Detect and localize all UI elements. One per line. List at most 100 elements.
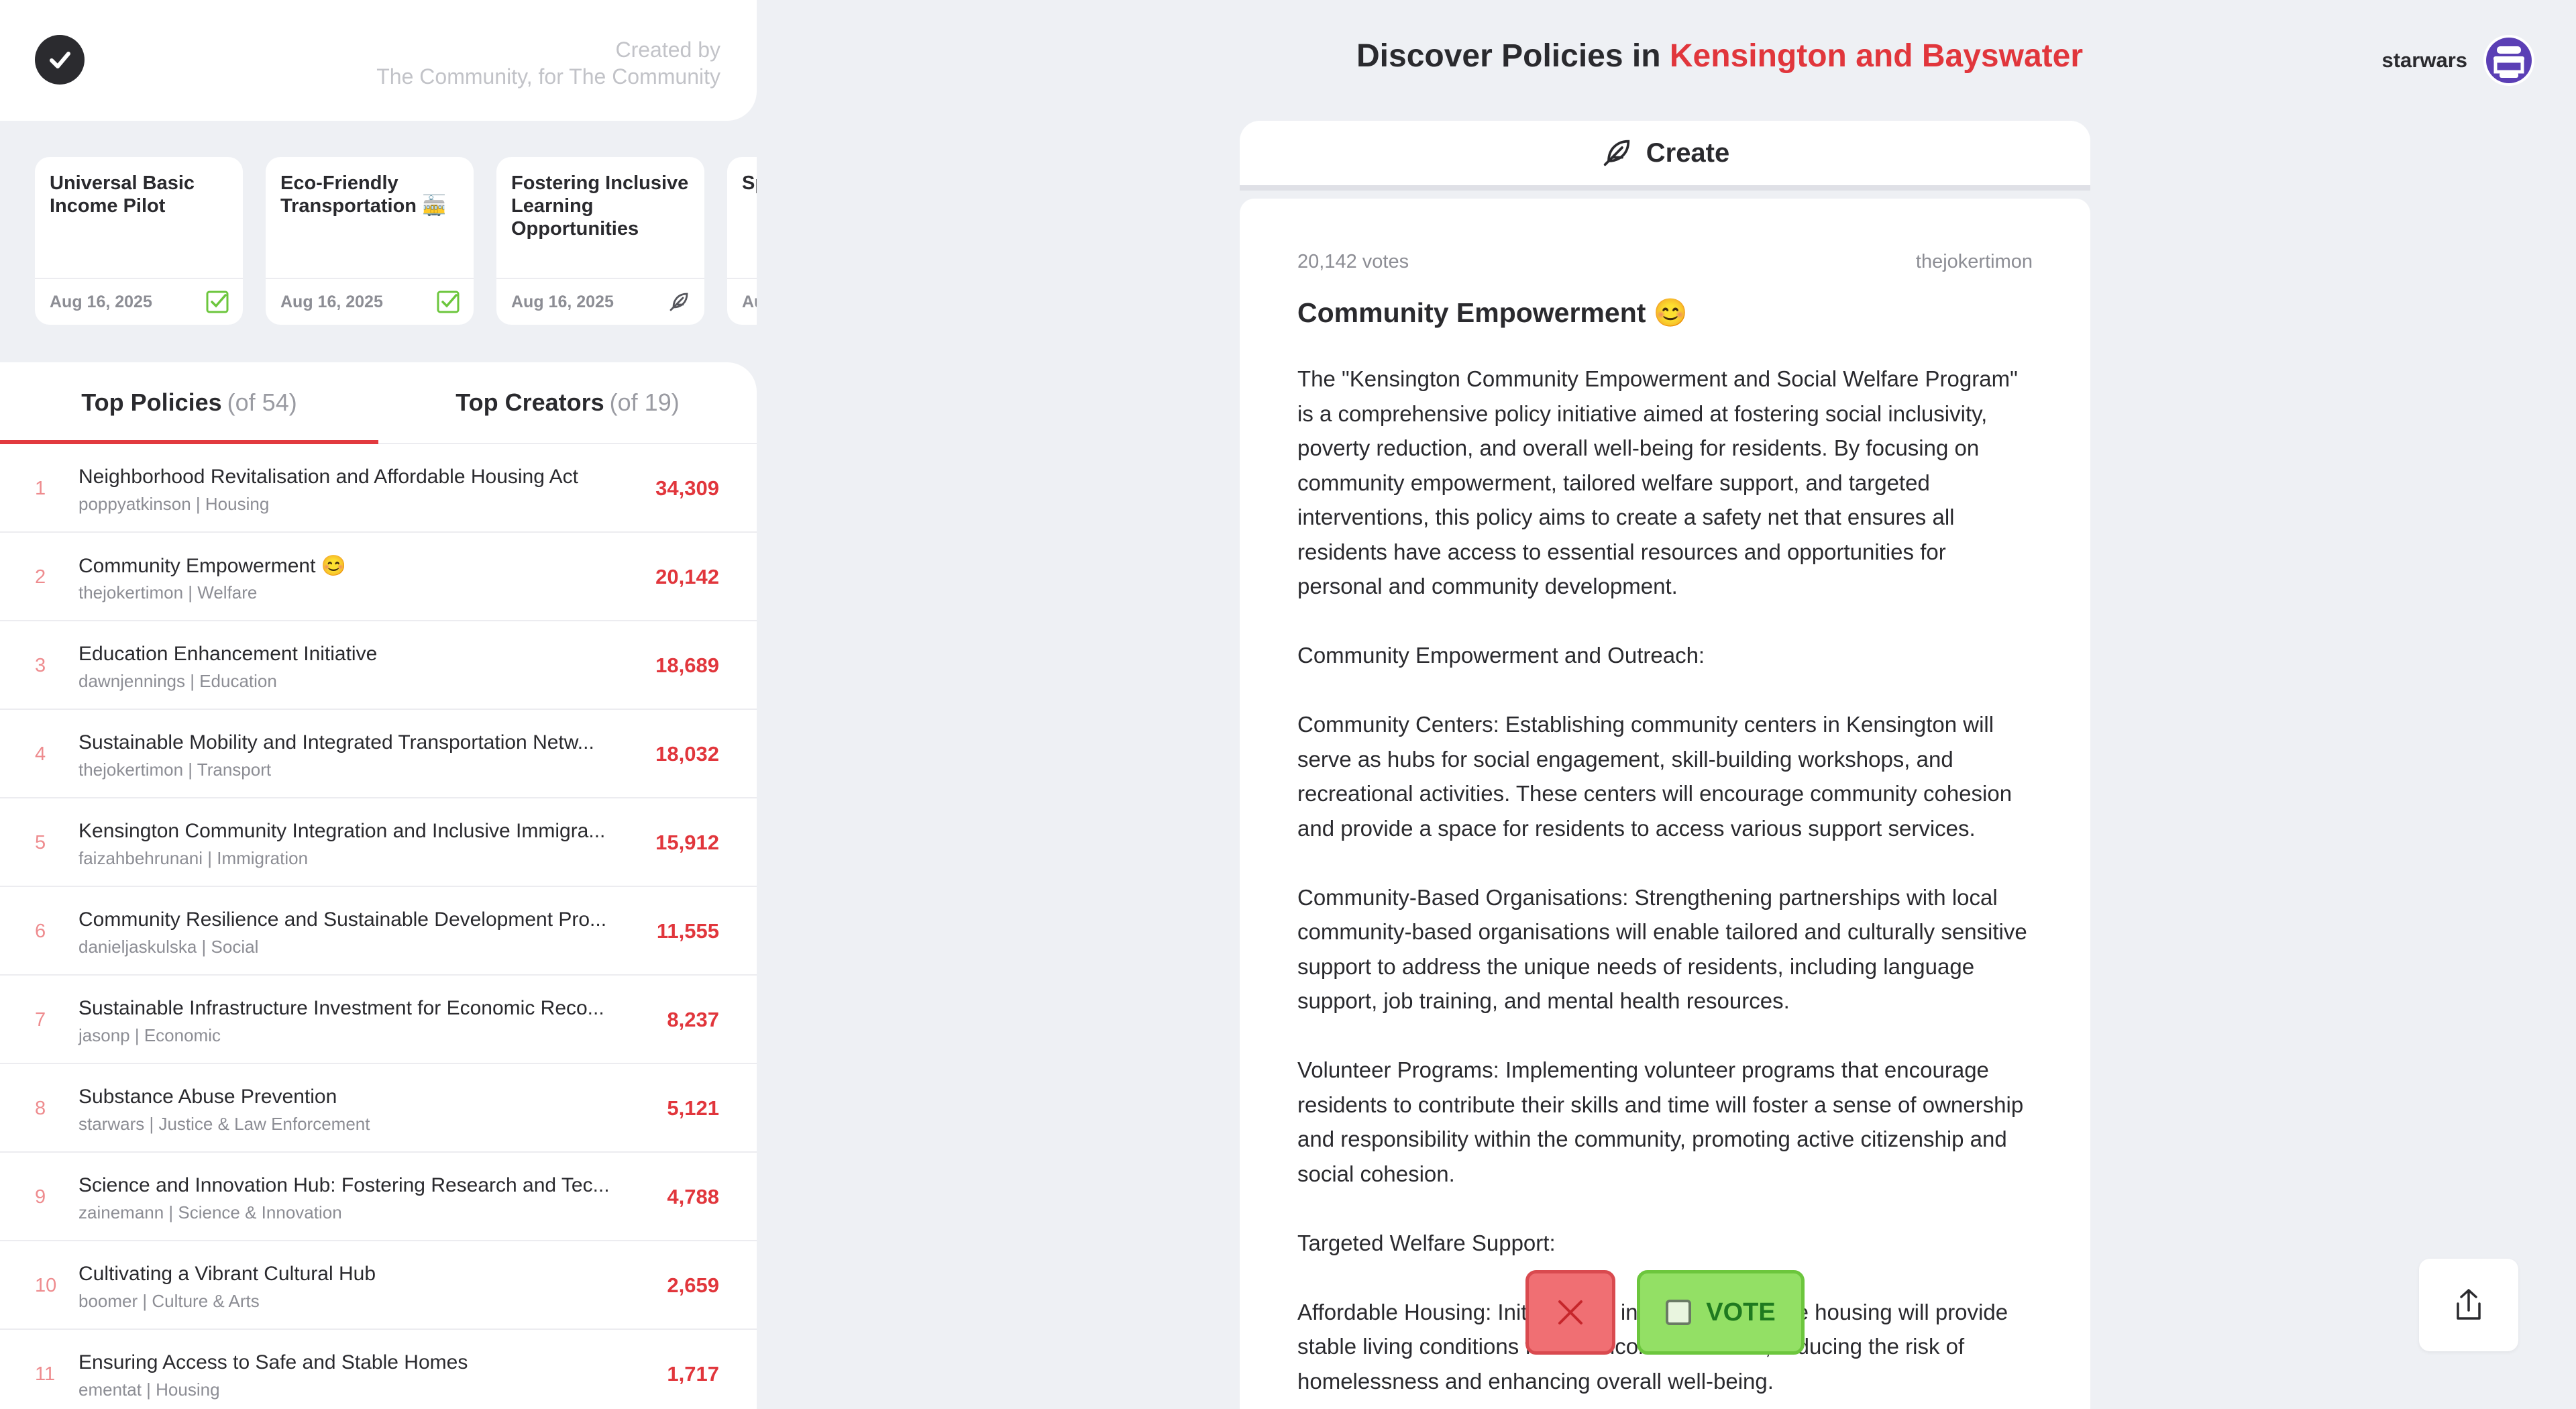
row-rank: 9 — [35, 1186, 46, 1208]
post-paragraph: Volunteer Programs: Implementing volunte… — [1297, 1057, 2024, 1186]
policy-card-title: Eco-Friendly Transportation 🚋 — [280, 172, 447, 217]
policy-post: 20,142 votes thejokertimon Community Emp… — [1240, 199, 2090, 1409]
row-votes: 8,237 — [667, 1008, 719, 1031]
table-row[interactable]: 5 Kensington Community Integration and I… — [0, 798, 757, 887]
row-votes: 15,912 — [655, 831, 719, 854]
table-row[interactable]: 4 Sustainable Mobility and Integrated Tr… — [0, 710, 757, 798]
row-title: Community Empowerment 😊 — [78, 555, 347, 577]
row-subtitle: dawnjennings | Education — [78, 671, 277, 691]
table-row[interactable]: 2 Community Empowerment 😊 thejokertimon … — [0, 533, 757, 621]
post-paragraph: The "Kensington Community Empowerment an… — [1297, 366, 2018, 598]
share-button[interactable] — [2419, 1259, 2518, 1351]
leaderboard: Top Policies (of 54) Top Creators (of 19… — [0, 362, 757, 1409]
post-author[interactable]: thejokertimon — [1916, 251, 2033, 273]
policy-card[interactable]: Eco-Friendly Transportation 🚋 Aug 16, 20… — [266, 157, 474, 325]
row-votes: 11,555 — [656, 919, 719, 943]
table-row[interactable]: 11 Ensuring Access to Safe and Stable Ho… — [0, 1330, 757, 1409]
row-subtitle: faizahbehrunani | Immigration — [78, 848, 309, 868]
row-rank: 1 — [35, 478, 46, 499]
table-row[interactable]: 7 Sustainable Infrastructure Investment … — [0, 976, 757, 1064]
region-link[interactable]: Kensington and Bayswater — [1670, 38, 2083, 74]
feather-icon — [669, 293, 688, 311]
tab-top-creators[interactable]: Top Creators (of 19) — [378, 362, 757, 443]
row-subtitle: jasonp | Economic — [78, 1025, 221, 1045]
vote-button[interactable]: VOTE — [1637, 1270, 1805, 1355]
create-label: Create — [1646, 138, 1730, 168]
row-title: Sustainable Mobility and Integrated Tran… — [78, 731, 594, 753]
row-title: Sustainable Infrastructure Investment fo… — [78, 997, 604, 1019]
page-title: Discover Policies in Kensington and Bays… — [1356, 38, 2083, 74]
post-paragraph: Community Empowerment and Outreach: — [1297, 643, 1705, 668]
post-paragraph: Targeted Welfare Support: — [1297, 1230, 1556, 1255]
row-title: Community Resilience and Sustainable Dev… — [78, 908, 607, 931]
table-row[interactable]: 9 Science and Innovation Hub: Fostering … — [0, 1153, 757, 1241]
row-rank: 7 — [35, 1009, 46, 1031]
row-votes: 34,309 — [655, 476, 719, 500]
policy-card-title: Sp... Po... — [742, 172, 757, 194]
tab-top-creators-count: (of 19) — [609, 388, 680, 416]
row-title: Cultivating a Vibrant Cultural Hub — [78, 1263, 376, 1285]
leaderboard-tabs: Top Policies (of 54) Top Creators (of 19… — [0, 362, 757, 444]
row-subtitle: poppyatkinson | Housing — [78, 494, 270, 514]
tab-top-policies-label: Top Policies — [81, 388, 222, 416]
row-rank: 10 — [35, 1275, 57, 1296]
row-rank: 5 — [35, 832, 46, 853]
row-votes: 5,121 — [667, 1096, 719, 1120]
row-subtitle: thejokertimon | Transport — [78, 760, 272, 780]
row-subtitle: ementat | Housing — [78, 1379, 220, 1400]
row-title: Kensington Community Integration and Inc… — [78, 820, 606, 842]
left-panel: Created by The Community, for The Commun… — [0, 0, 757, 1409]
post-body: The "Kensington Community Empowerment an… — [1297, 362, 2033, 1398]
brand-card: Created by The Community, for The Commun… — [0, 0, 757, 121]
row-votes: 4,788 — [667, 1185, 719, 1208]
policy-card-date: Aug 16, 2025 — [511, 292, 614, 311]
username[interactable]: starwars — [2381, 48, 2467, 72]
policy-card[interactable]: Fostering Inclusive Learning Opportuniti… — [496, 157, 704, 325]
row-subtitle: danieljaskulska | Social — [78, 937, 259, 957]
row-subtitle: thejokertimon | Welfare — [78, 582, 258, 603]
vote-label: VOTE — [1706, 1298, 1776, 1326]
policy-card-date: Aug 16, 2025 — [50, 292, 152, 311]
post-meta: 20,142 votes thejokertimon — [1297, 251, 2033, 273]
row-rank: 6 — [35, 921, 46, 942]
policy-card-title: Universal Basic Income Pilot — [50, 172, 195, 217]
avatar[interactable] — [2483, 35, 2534, 86]
created-by: Created by The Community, for The Commun… — [376, 36, 720, 90]
row-rank: 2 — [35, 566, 46, 588]
table-row[interactable]: 10 Cultivating a Vibrant Cultural Hub bo… — [0, 1241, 757, 1330]
table-row[interactable]: 6 Community Resilience and Sustainable D… — [0, 887, 757, 976]
row-rank: 3 — [35, 655, 46, 676]
vote-checkbox[interactable] — [1666, 1300, 1692, 1325]
created-by-tagline: The Community, for The Community — [376, 64, 720, 89]
checkmark-icon — [50, 52, 70, 68]
policy-card[interactable]: Universal Basic Income Pilot Aug 16, 202… — [35, 157, 243, 325]
create-button[interactable]: Create — [1240, 121, 2090, 191]
row-subtitle: boomer | Culture & Arts — [78, 1291, 260, 1311]
table-row[interactable]: 3 Education Enhancement Initiative dawnj… — [0, 621, 757, 710]
row-votes: 2,659 — [667, 1273, 719, 1297]
avatar-icon — [2486, 38, 2532, 83]
recent-policies-carousel[interactable]: Universal Basic Income Pilot Aug 16, 202… — [35, 157, 757, 326]
table-row[interactable]: 8 Substance Abuse Prevention starwars | … — [0, 1064, 757, 1153]
row-title: Science and Innovation Hub: Fostering Re… — [78, 1174, 610, 1196]
post-votes: 20,142 votes — [1297, 251, 1409, 272]
tab-top-creators-label: Top Creators — [455, 388, 604, 416]
row-rank: 8 — [35, 1098, 46, 1119]
share-icon — [2457, 1289, 2481, 1320]
page-title-prefix: Discover Policies in — [1356, 38, 1661, 74]
check-square-icon — [206, 291, 229, 313]
check-square-icon — [437, 291, 460, 313]
row-subtitle: starwars | Justice & Law Enforcement — [78, 1114, 370, 1134]
tab-top-policies-count: (of 54) — [227, 388, 297, 416]
row-votes: 1,717 — [667, 1362, 719, 1386]
row-title: Neighborhood Revitalisation and Affordab… — [78, 466, 578, 488]
tab-top-policies[interactable]: Top Policies (of 54) — [0, 362, 378, 444]
policy-card-date: Au... — [742, 292, 757, 311]
app-logo[interactable] — [35, 35, 85, 85]
table-row[interactable]: 1 Neighborhood Revitalisation and Afford… — [0, 444, 757, 533]
policy-card[interactable]: Sp... Po... Au... — [727, 157, 757, 325]
row-subtitle: zainemann | Science & Innovation — [78, 1202, 342, 1222]
reject-button[interactable] — [1525, 1270, 1615, 1355]
row-title: Education Enhancement Initiative — [78, 643, 378, 665]
row-votes: 20,142 — [655, 565, 719, 588]
